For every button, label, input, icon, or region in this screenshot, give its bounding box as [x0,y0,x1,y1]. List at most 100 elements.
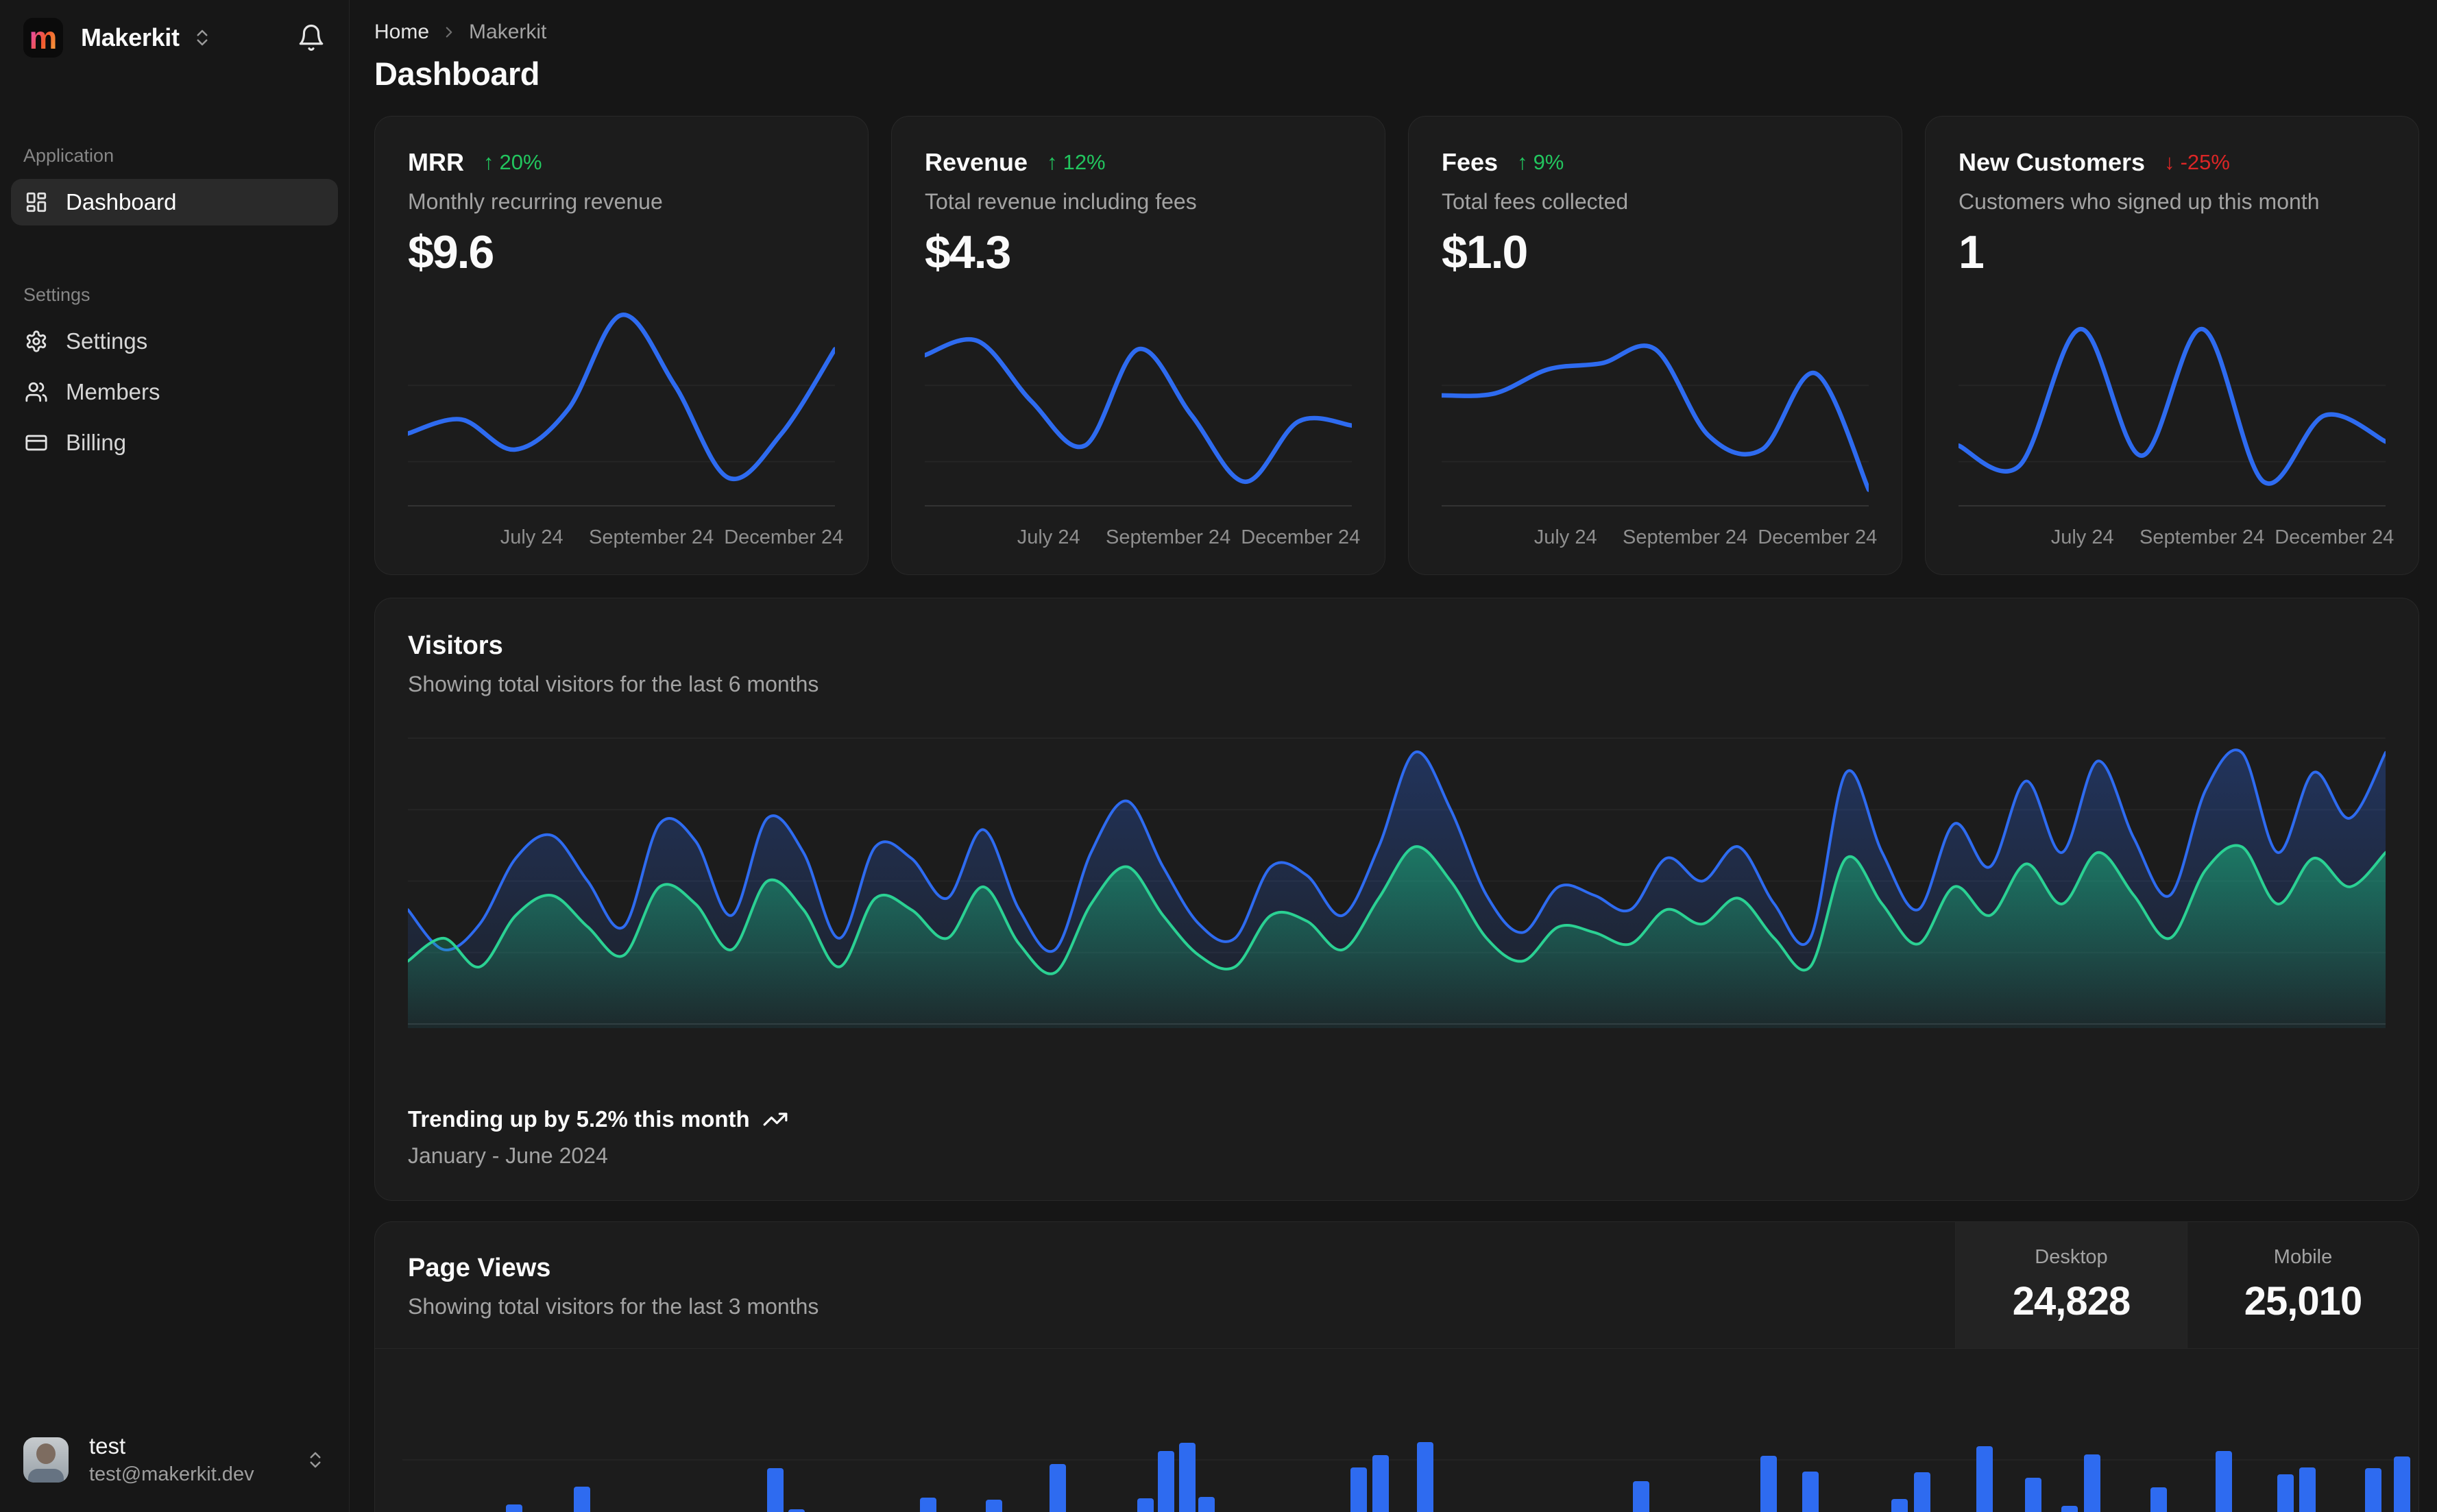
stat-card-mrr: MRR ↑ 20% Monthly recurring revenue $9.6… [374,116,869,575]
tab-value: 24,828 [2012,1279,2131,1324]
section-label-settings: Settings [23,284,90,305]
sidebar-item-billing[interactable]: Billing [11,419,338,466]
mrr-sparkline-chart [408,295,835,513]
page-views-bar [986,1500,1002,1512]
sidebar-header: m Makerkit [0,18,349,58]
page-views-bar [2277,1474,2294,1512]
page-views-bar [788,1509,805,1512]
section-label-application: Application [23,145,114,166]
page-views-bar [1198,1497,1215,1512]
visitors-card: Visitors Showing total visitors for the … [374,598,2419,1201]
makerkit-logo[interactable]: m [23,18,63,58]
users-icon [25,380,48,404]
credit-card-icon [25,431,48,454]
stat-card-revenue: Revenue ↑ 12% Total revenue including fe… [891,116,1385,575]
x-axis: July 24 September 24 December 24 [408,520,844,551]
sidebar-item-label: Settings [66,328,148,354]
x-tick: December 24 [1241,526,1361,548]
arrow-up-icon: ↑ [483,150,494,174]
team-name: Makerkit [81,23,180,51]
sidebar-item-members[interactable]: Members [11,369,338,415]
page-views-bar [2216,1451,2232,1512]
nav-group-settings: Settings Settings Members Billing [11,284,338,466]
visitors-area-chart [408,728,2386,1031]
trend-value: 12% [1063,150,1106,174]
page-views-bar [1050,1464,1066,1512]
trending-up-icon [762,1106,788,1132]
arrow-up-icon: ↑ [1047,150,1058,174]
trend-badge: ↑ 9% [1517,150,1564,175]
user-menu-button[interactable]: test test@makerkit.dev [0,1414,349,1512]
tab-value: 25,010 [2244,1279,2362,1324]
page-title: Dashboard [374,56,540,92]
page-views-bar [1802,1472,1819,1512]
page-views-bar [1372,1455,1389,1512]
stat-cards-row: MRR ↑ 20% Monthly recurring revenue $9.6… [374,116,2419,575]
page-views-subtitle: Showing total visitors for the last 3 mo… [408,1294,819,1319]
visitors-trend-text: Trending up by 5.2% this month [408,1106,750,1132]
sidebar-item-dashboard[interactable]: Dashboard [11,179,338,225]
gear-icon [25,330,48,353]
user-meta: test test@makerkit.dev [89,1433,254,1486]
stat-card-new-customers: New Customers ↓ -25% Customers who signe… [1925,116,2419,575]
x-tick: December 24 [1758,526,1878,548]
breadcrumb-current: Makerkit [469,21,547,43]
page-views-bar [1137,1498,1154,1512]
stat-subtitle: Total revenue including fees [925,189,1197,214]
page-views-bar [767,1468,784,1512]
page-views-bar [1179,1443,1196,1512]
page-views-bar [2299,1467,2316,1512]
page-views-bar [920,1498,936,1512]
trend-badge: ↑ 20% [483,150,542,175]
x-tick: July 24 [2050,526,2114,548]
stat-value: 1 [1959,226,1985,278]
arrow-down-icon: ↓ [2164,150,2175,174]
x-tick: September 24 [589,526,714,548]
sidebar: m Makerkit Application Dashboard Setting… [0,0,350,1512]
x-axis: July 24 September 24 December 24 [1959,520,2394,551]
page-views-bar [2025,1478,2041,1512]
page-views-bar [1914,1472,1930,1512]
stat-title: Revenue [925,148,1028,176]
page-views-header: Page Views Showing total visitors for th… [375,1222,2418,1349]
x-tick: December 24 [724,526,844,548]
breadcrumb-home-link[interactable]: Home [374,21,429,44]
nav-group-application: Application Dashboard [11,145,338,225]
layout-dashboard-icon [25,191,48,214]
page-views-bar [574,1487,590,1512]
stat-card-fees: Fees ↑ 9% Total fees collected $1.0 July… [1408,116,1902,575]
page-views-bar-chart [375,1349,2418,1512]
chevrons-up-down-icon [305,1450,326,1470]
visitors-title: Visitors [408,631,503,660]
page-views-bar [2061,1506,2078,1512]
user-name: test [89,1433,126,1459]
trend-value: 9% [1533,150,1564,174]
x-tick: July 24 [500,526,563,548]
page-views-bar [1976,1446,1993,1512]
sidebar-item-settings[interactable]: Settings [11,318,338,365]
visitors-date-range: January - June 2024 [408,1143,608,1168]
makerkit-logo-letter: m [29,20,58,56]
x-tick: July 24 [1017,526,1080,548]
page-views-series-tabs: Desktop 24,828 Mobile 25,010 [1955,1222,2418,1348]
stat-subtitle: Monthly recurring revenue [408,189,663,214]
stat-value: $1.0 [1442,226,1528,278]
x-axis: July 24 September 24 December 24 [925,520,1361,551]
tab-desktop[interactable]: Desktop 24,828 [1955,1222,2187,1348]
stat-value: $9.6 [408,226,494,278]
fees-sparkline-chart [1442,295,1869,513]
stat-title: MRR [408,148,464,176]
tab-mobile[interactable]: Mobile 25,010 [2187,1222,2418,1348]
page-views-title: Page Views [408,1254,551,1282]
x-tick: September 24 [1106,526,1231,548]
breadcrumb: Home Makerkit [374,21,2419,44]
page-views-bar [1633,1481,1649,1512]
notifications-button[interactable] [297,23,326,52]
tab-label: Mobile [2273,1246,2333,1268]
team-switcher-button[interactable] [192,27,213,48]
sidebar-item-label: Billing [66,430,127,455]
arrow-up-icon: ↑ [1517,150,1528,174]
page-views-bar [1417,1442,1433,1512]
visitors-subtitle: Showing total visitors for the last 6 mo… [408,672,819,696]
chevron-right-icon [440,23,458,41]
